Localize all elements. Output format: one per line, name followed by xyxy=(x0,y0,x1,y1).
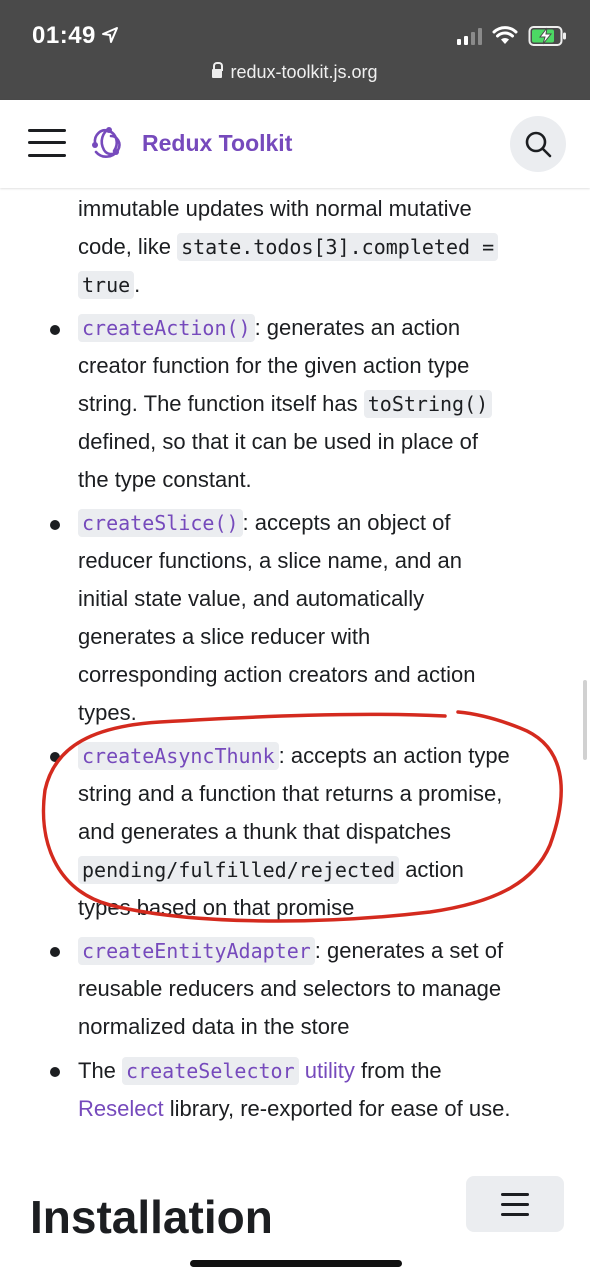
wifi-icon xyxy=(492,26,518,44)
status-bar: 01:49 redux-toolkit.js.org xyxy=(0,0,590,100)
intro-line-3: true. xyxy=(78,266,568,304)
table-of-contents-button[interactable] xyxy=(466,1176,564,1232)
api-link-create-async-thunk[interactable]: createAsyncThunk xyxy=(78,742,279,770)
doc-content: immutable updates with normal mutative c… xyxy=(0,190,590,1280)
reselect-link[interactable]: Reselect xyxy=(78,1096,164,1121)
search-icon xyxy=(525,131,552,158)
api-link-create-entity-adapter[interactable]: createEntityAdapter xyxy=(78,937,315,965)
status-time: 01:49 xyxy=(32,22,96,49)
list-item-create-entity-adapter: createEntityAdapter: generates a set of … xyxy=(78,937,504,1039)
url-text: redux-toolkit.js.org xyxy=(230,62,378,82)
bullet-icon xyxy=(50,325,60,335)
navbar: Redux Toolkit xyxy=(0,100,590,188)
battery-charging-icon xyxy=(528,26,566,46)
home-indicator[interactable] xyxy=(190,1260,402,1267)
redux-logo-icon[interactable] xyxy=(86,124,128,164)
search-button[interactable] xyxy=(510,116,566,172)
list-item-create-action: createAction(): generates an action crea… xyxy=(78,309,568,499)
list-item-create-slice: createSlice(): accepts an object of redu… xyxy=(78,509,476,725)
address-bar[interactable]: redux-toolkit.js.org xyxy=(0,62,590,83)
list-item-create-async-thunk: createAsyncThunk: accepts an action type… xyxy=(78,742,510,920)
api-link-create-action[interactable]: createAction() xyxy=(78,314,255,342)
lock-icon xyxy=(212,62,224,79)
inline-code: state.todos[3].completed = xyxy=(177,233,499,261)
bullet-icon xyxy=(50,1067,60,1077)
installation-heading: Installation xyxy=(30,1191,273,1243)
api-link-create-slice[interactable]: createSlice() xyxy=(78,509,243,537)
signal-icon xyxy=(457,27,482,45)
bullet-icon xyxy=(50,947,60,957)
intro-line-1: immutable updates with normal mutative xyxy=(78,196,472,221)
inline-code: toString() xyxy=(363,390,493,418)
intro-line-2: code, like state.todos[3].completed = xyxy=(78,228,568,266)
api-link-create-selector[interactable]: createSelector xyxy=(122,1057,299,1085)
intro-text: immutable updates with normal mutative c… xyxy=(78,190,568,304)
brand-title[interactable]: Redux Toolkit xyxy=(142,130,292,157)
status-icons xyxy=(457,24,568,48)
inline-code: true xyxy=(78,271,135,299)
bullet-icon xyxy=(50,520,60,530)
bullet-icon xyxy=(50,752,60,762)
list-item-create-selector: The createSelector utility from the Rese… xyxy=(78,1057,511,1121)
location-arrow-icon xyxy=(102,27,118,43)
scrollbar[interactable] xyxy=(583,680,587,760)
hamburger-menu-icon[interactable] xyxy=(28,127,66,159)
utility-link[interactable]: utility xyxy=(305,1058,355,1083)
inline-code: pending/fulfilled/rejected xyxy=(78,856,400,884)
